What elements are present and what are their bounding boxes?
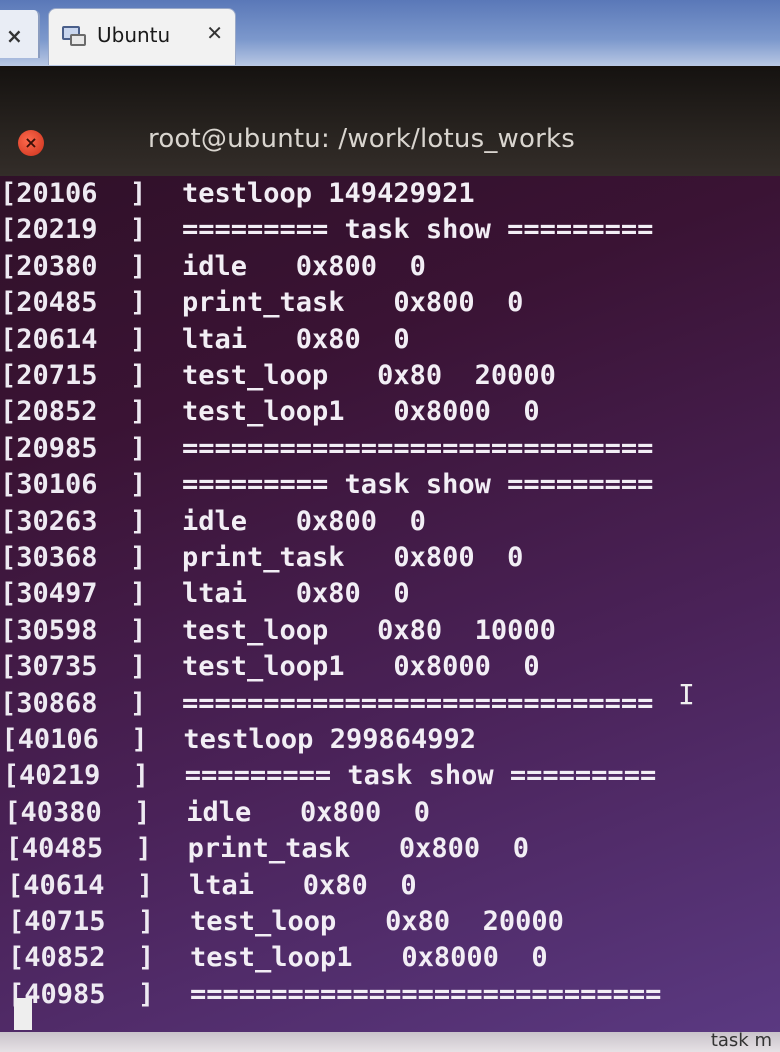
tab-bar: × Ubuntu ✕: [0, 0, 780, 66]
line-message: test_loop1 0x8000 0: [190, 942, 548, 974]
line-message: ========= task show =========: [182, 214, 654, 246]
bottom-hint: task m: [710, 1030, 772, 1051]
line-timestamp: [20715 ]: [0, 360, 147, 391]
line-timestamp: [20852 ]: [0, 396, 147, 428]
terminal-titlebar: × root@ubuntu: /work/lotus_works: [0, 66, 780, 176]
line-message: ========= task show =========: [184, 760, 657, 792]
line-timestamp: [20106 ]: [0, 178, 147, 209]
line-message: print_task 0x800 0: [187, 833, 529, 865]
line-timestamp: [40106 ]: [1, 724, 148, 755]
tab-close-icon[interactable]: ✕: [206, 21, 223, 45]
bottom-strip: task m: [0, 1030, 780, 1052]
line-message: test_loop1 0x8000 0: [182, 651, 540, 683]
line-timestamp: [40219 ]: [2, 760, 150, 792]
vm-icon: [61, 23, 87, 47]
line-timestamp: [40485 ]: [5, 833, 152, 865]
line-message: ========= task show =========: [182, 469, 654, 501]
tab-title: Ubuntu: [97, 23, 171, 47]
terminal-cursor: [14, 998, 32, 1030]
line-message: test_loop 0x80 20000: [190, 906, 564, 937]
line-timestamp: [20219 ]: [0, 214, 147, 246]
line-message: ltai 0x80 0: [182, 323, 410, 355]
window-title: root@ubuntu: /work/lotus_works: [148, 124, 576, 154]
line-message: test_loop1 0x8000 0: [182, 396, 540, 428]
screen: × Ubuntu ✕ × root@ubuntu: /work/lotus_wo…: [0, 0, 780, 1052]
line-timestamp: [30497 ]: [0, 578, 147, 610]
terminal-output[interactable]: [20106 ] testloop 149429921 [20219 ] ======…: [0, 176, 780, 1038]
line-timestamp: [30735 ]: [0, 651, 147, 683]
line-timestamp: [40715 ]: [8, 906, 155, 937]
line-timestamp: [20985 ]: [0, 432, 147, 464]
line-timestamp: [30263 ]: [0, 505, 147, 537]
line-timestamp: [40614 ]: [7, 869, 154, 901]
tab-previous[interactable]: ×: [0, 10, 40, 58]
line-message: =============================: [190, 978, 662, 1010]
line-timestamp: [40852 ]: [8, 942, 155, 974]
line-timestamp: [40380 ]: [4, 796, 151, 828]
line-message: print_task 0x800 0: [182, 542, 524, 573]
line-message: =============================: [182, 432, 654, 464]
line-message: ltai 0x80 0: [182, 578, 410, 610]
line-timestamp: [30368 ]: [0, 542, 147, 573]
line-message: print_task 0x800 0: [182, 287, 524, 319]
line-timestamp: [30598 ]: [0, 614, 147, 646]
line-message: idle 0x800 0: [186, 796, 431, 828]
close-icon[interactable]: ×: [18, 130, 44, 156]
line-timestamp: [30106 ]: [0, 469, 147, 501]
line-message: test_loop 0x80 20000: [182, 360, 556, 391]
line-message: testloop 149429921: [182, 178, 475, 209]
line-timestamp: [20614 ]: [0, 323, 147, 355]
line-message: ltai 0x80 0: [189, 869, 417, 901]
line-timestamp: [20485 ]: [0, 287, 147, 319]
text-cursor-icon: I: [678, 678, 695, 711]
line-message: testloop 299864992: [183, 724, 476, 755]
tab-ubuntu[interactable]: Ubuntu ✕: [48, 8, 236, 65]
line-timestamp: [30868 ]: [0, 687, 147, 719]
line-message: =============================: [182, 687, 654, 719]
line-message: test_loop 0x80 10000: [182, 614, 556, 646]
line-message: idle 0x800 0: [182, 250, 426, 282]
line-timestamp: [20380 ]: [0, 250, 147, 282]
line-message: idle 0x800 0: [182, 505, 426, 537]
tab-previous-close-icon[interactable]: ×: [6, 24, 23, 48]
